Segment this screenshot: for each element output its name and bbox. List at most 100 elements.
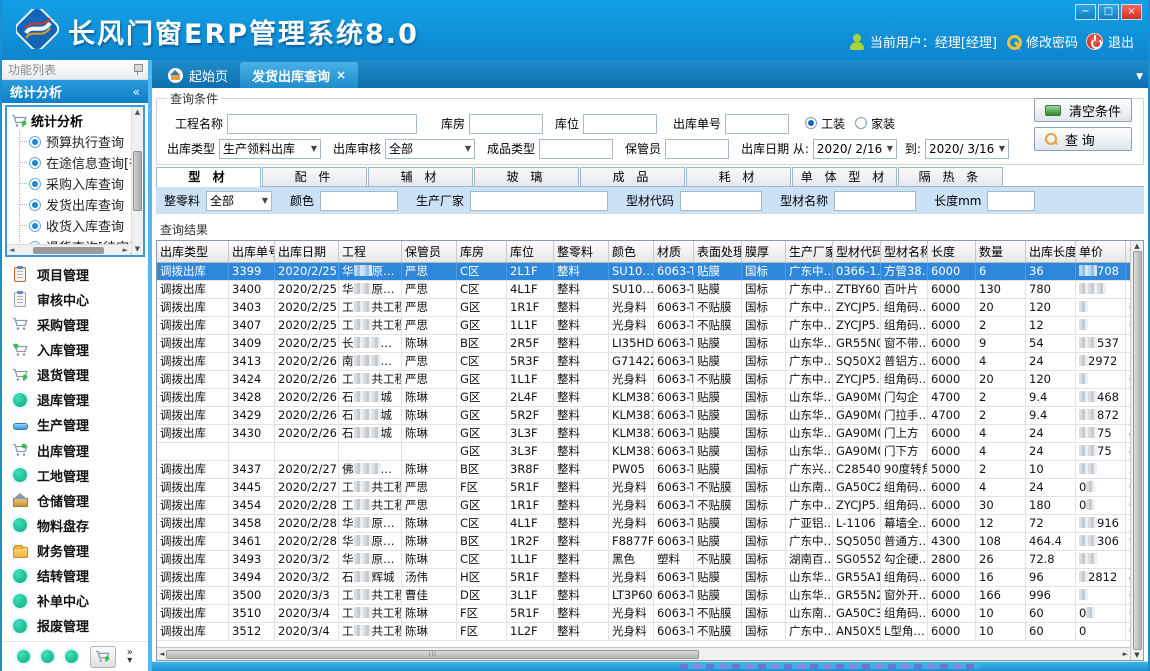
table-row[interactable]: 调拨出库34452020/2/27工共工程严思F区5R1F整料光身料6063-T…	[157, 479, 1130, 497]
table-row[interactable]: 调拨出库33992020/2/25华原…严思C区2L1F整料SU10…6063-…	[157, 263, 1130, 281]
tree-root[interactable]: 统计分析	[11, 110, 131, 131]
table-row[interactable]: 调拨出库34282020/2/26石城陈琳G区2L4F整料KLM38176063…	[157, 389, 1130, 407]
sidebar-item-退货管理[interactable]: 退货管理	[12, 363, 148, 387]
sidebar-item-生产管理[interactable]: 生产管理	[12, 413, 148, 437]
column-header[interactable]: 生产厂家	[786, 241, 833, 262]
sidebar-item-入库管理[interactable]: 入库管理	[12, 338, 148, 362]
table-row[interactable]: 调拨出库34132020/2/26南…严思C区5R3F整料G714226063-…	[157, 353, 1130, 371]
material-tab-4[interactable]: 玻 璃	[474, 167, 579, 186]
teal-dot-icon[interactable]	[41, 650, 54, 663]
profile-name-input[interactable]	[834, 191, 916, 211]
material-tab-1[interactable]: 型 材	[156, 167, 261, 187]
table-row[interactable]: G区3L3F整料KLM38176063-T5贴膜国标山东华…GA90M09.门下…	[157, 443, 1130, 461]
date-from-select[interactable]: 2020/ 2/16▼	[813, 139, 897, 159]
teal-dot-icon[interactable]	[65, 650, 78, 663]
manufacturer-input[interactable]	[470, 191, 608, 211]
column-header[interactable]: 整零料	[554, 241, 609, 262]
audit-select[interactable]: 全部▼	[385, 139, 475, 159]
radio-家装[interactable]: 家装	[855, 115, 895, 132]
logout-button[interactable]: 退出	[1086, 32, 1134, 51]
pin-icon[interactable]	[133, 64, 142, 75]
collapse-icon[interactable]: «	[133, 85, 140, 99]
table-row[interactable]: 调拨出库34372020/2/27佛…陈琳B区3R8F整料PW056063-T5…	[157, 461, 1130, 479]
tab-close-icon[interactable]: ×	[336, 68, 346, 82]
table-row[interactable]: 调拨出库34942020/3/2石辉城汤伟H区5R1F整料光身料6063-T5贴…	[157, 569, 1130, 587]
table-row[interactable]: 调拨出库34932020/3/2华原…陈琳C区1L1F整料黑色塑料不贴膜国标湖南…	[157, 551, 1130, 569]
column-header[interactable]: 库房	[457, 241, 507, 262]
sidebar-item-出库管理[interactable]: 出库管理	[12, 438, 148, 462]
table-row[interactable]: 调拨出库35102020/3/4工共工程陈琳F区5R1F整料光身料6063-T5…	[157, 605, 1130, 623]
column-header[interactable]: 颜色	[609, 241, 654, 262]
close-button[interactable]: ×	[1121, 4, 1142, 20]
sidebar-item-审核中心[interactable]: 审核中心	[12, 287, 148, 311]
length-input[interactable]	[987, 191, 1035, 211]
color-input[interactable]	[320, 191, 398, 211]
location-input[interactable]	[583, 114, 657, 134]
table-row[interactable]: 调拨出库34072020/2/25工共工程严思G区1L1F整料光身料6063-T…	[157, 317, 1130, 335]
order-no-input[interactable]	[725, 114, 789, 134]
table-vertical-scrollbar[interactable]: ▲▼	[1130, 241, 1143, 660]
table-horizontal-scrollbar[interactable]: ◄lll►	[157, 647, 1130, 660]
column-header[interactable]: 材质	[654, 241, 694, 262]
search-button[interactable]: 查 询	[1034, 127, 1132, 151]
maximize-button[interactable]: □	[1098, 4, 1119, 20]
tab-home[interactable]: 起始页	[156, 62, 240, 88]
column-header[interactable]: 出库类型	[157, 241, 229, 262]
column-header[interactable]: 库位	[507, 241, 554, 262]
sidebar-item-项目管理[interactable]: 项目管理	[12, 262, 148, 286]
table-row[interactable]: 调拨出库34542020/2/28工共工程严思G区1R1F整料光身料6063-T…	[157, 497, 1130, 515]
tree-item[interactable]: 收货入库查询	[11, 215, 131, 236]
tree-item[interactable]: 采购入库查询	[11, 173, 131, 194]
material-tab-8[interactable]: 隔 热 条	[898, 167, 1003, 186]
table-row[interactable]: 调拨出库34612020/2/28华原…陈琳B区1R2F整料F8877FT606…	[157, 533, 1130, 551]
profile-code-input[interactable]	[680, 191, 762, 211]
keeper-input[interactable]	[665, 139, 729, 159]
sidebar-item-报废管理[interactable]: 报废管理	[12, 614, 148, 638]
teal-dot-icon[interactable]	[17, 650, 30, 663]
tab-shipment-outbound-query[interactable]: 发货出库查询 ×	[240, 62, 358, 88]
column-header[interactable]: 出库长度	[1026, 241, 1076, 262]
material-tab-7[interactable]: 单 体 型 材	[792, 167, 897, 186]
sidebar-item-仓储管理[interactable]: 仓储管理	[12, 488, 148, 512]
material-tab-5[interactable]: 成 品	[580, 167, 685, 186]
sidebar-item-退库管理[interactable]: 退库管理	[12, 388, 148, 412]
tab-list-dropdown-icon[interactable]: ▼	[1136, 72, 1143, 82]
section-header[interactable]: 统计分析 «	[2, 80, 148, 103]
sidebar-item-工地管理[interactable]: 工地管理	[12, 463, 148, 487]
sidebar-item-采购管理[interactable]: 采购管理	[12, 312, 148, 336]
date-to-select[interactable]: 2020/ 3/16▼	[925, 139, 1009, 159]
column-header[interactable]: 工程	[339, 241, 402, 262]
minimize-button[interactable]: −	[1075, 4, 1096, 20]
clear-conditions-button[interactable]: 清空条件	[1034, 98, 1132, 122]
material-tab-2[interactable]: 配 件	[262, 167, 367, 186]
more-menus-button[interactable]: »▾	[127, 649, 133, 665]
column-header[interactable]: 保管员	[402, 241, 457, 262]
sidebar-item-财务管理[interactable]: 财务管理	[12, 539, 148, 563]
tree-vertical-scrollbar[interactable]: ▲▼	[131, 107, 143, 255]
material-tab-6[interactable]: 耗 材	[686, 167, 791, 186]
tree-item[interactable]: 在途信息查询[待	[11, 152, 131, 173]
radio-工装[interactable]: 工装	[805, 115, 845, 132]
column-header[interactable]: 单价	[1076, 241, 1126, 262]
column-header[interactable]: 型材名称	[881, 241, 928, 262]
table-row[interactable]: 调拨出库34002020/2/25华原…严思C区4L1F整料SU10…6063-…	[157, 281, 1130, 299]
tree-item[interactable]: 发货出库查询	[11, 194, 131, 215]
table-row[interactable]: 调拨出库34302020/2/26石城陈琳G区3L3F整料KLM38176063…	[157, 425, 1130, 443]
column-header[interactable]: 型材代码	[833, 241, 881, 262]
project-name-input[interactable]	[227, 114, 417, 134]
tree-item[interactable]: 预算执行查询	[11, 131, 131, 152]
change-password-button[interactable]: 修改密码	[1005, 32, 1078, 51]
table-row[interactable]: 调拨出库35002020/3/3工共工程曹佳D区3L1F整料LT3P606063…	[157, 587, 1130, 605]
column-header[interactable]: 出库单号	[229, 241, 275, 262]
product-type-input[interactable]	[539, 139, 613, 159]
table-row[interactable]: 调拨出库34242020/2/26工共工程严思G区1L1F整料光身料6063-T…	[157, 371, 1130, 389]
column-header[interactable]: 膜厚	[742, 241, 786, 262]
whole-part-select[interactable]: 全部▼	[206, 191, 272, 211]
sidebar-item-物料盘存[interactable]: 物料盘存	[12, 513, 148, 537]
table-row[interactable]: 调拨出库34582020/2/28华原…陈琳C区4L1F整料光身料6063-T5…	[157, 515, 1130, 533]
column-header[interactable]: 数量	[976, 241, 1026, 262]
table-row[interactable]: 调拨出库35122020/3/4工共工程陈琳F区1L2F整料光身料6063-T5…	[157, 623, 1130, 641]
sidebar-item-补单中心[interactable]: 补单中心	[12, 589, 148, 613]
column-header[interactable]: 表面处理	[694, 241, 742, 262]
table-row[interactable]: 调拨出库34092020/2/25长…陈琳B区2R5F整料LI35HD6063-…	[157, 335, 1130, 353]
